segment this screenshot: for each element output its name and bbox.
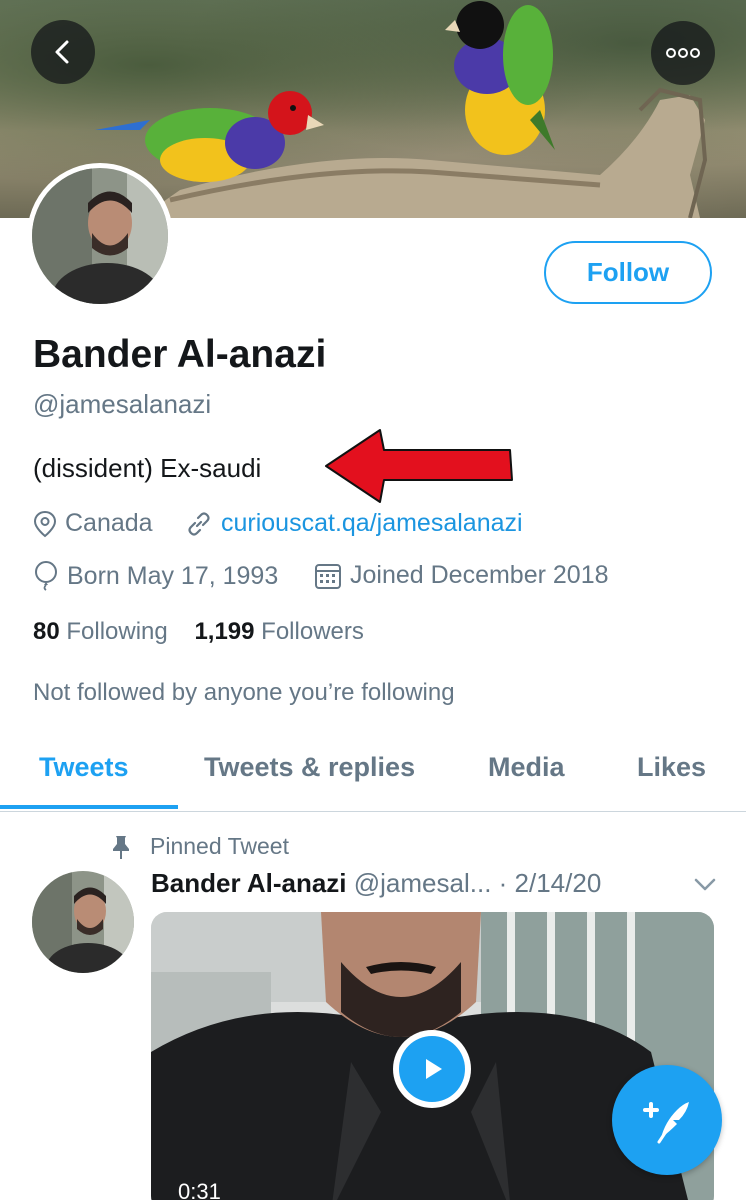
more-dots-icon [666, 48, 700, 58]
active-tab-indicator [0, 805, 178, 809]
tweet-avatar-photo [32, 871, 134, 973]
profile-tabs: Tweets Tweets & replies Media Likes [0, 736, 746, 812]
chevron-down-icon[interactable] [693, 876, 717, 894]
follow-button[interactable]: Follow [544, 241, 712, 304]
tweet-header: Bander Al-anazi @jamesal... · 2/14/20 [151, 868, 601, 899]
balloon-icon [33, 561, 59, 591]
birthday-item: Born May 17, 1993 [33, 561, 278, 591]
birthday-text: Born May 17, 1993 [67, 561, 279, 590]
profile-name: Bander Al-anazi [33, 333, 327, 376]
profile-bio: (dissident) Ex-saudi [33, 453, 262, 483]
calendar-icon [314, 562, 342, 590]
more-options-button[interactable] [651, 21, 715, 85]
compose-tweet-button[interactable] [612, 1065, 722, 1175]
profile-avatar[interactable] [27, 163, 173, 309]
location-text: Canada [65, 509, 153, 537]
tweet-date: · 2/14/20 [498, 868, 602, 898]
following-count: 80 [33, 618, 60, 645]
tab-media[interactable]: Media [488, 752, 565, 783]
website-item[interactable]: curiouscat.qa/jamesalanazi [185, 509, 523, 538]
chevron-left-icon [55, 40, 69, 64]
location-pin-icon [33, 510, 57, 538]
pinned-tweet-label: Pinned Tweet [150, 833, 289, 859]
compose-tweet-icon [643, 1102, 689, 1144]
tab-likes[interactable]: Likes [637, 752, 706, 783]
pin-icon [110, 834, 132, 860]
avatar-photo [32, 168, 168, 304]
tweet-author-handle[interactable]: @jamesal... [354, 868, 492, 898]
followers-label: Followers [261, 618, 364, 645]
following-label: Following [66, 618, 168, 645]
play-icon [399, 1036, 465, 1102]
back-button[interactable] [31, 20, 95, 84]
link-icon [185, 510, 213, 538]
joined-text: Joined December 2018 [350, 561, 609, 589]
followers-count: 1,199 [194, 618, 255, 645]
tab-tweets[interactable]: Tweets [39, 752, 129, 783]
tab-tweets-and-replies[interactable]: Tweets & replies [204, 752, 415, 783]
tweet-author-name[interactable]: Bander Al-anazi [151, 868, 347, 898]
annotation-red-arrow-icon [325, 429, 513, 503]
website-link[interactable]: curiouscat.qa/jamesalanazi [221, 509, 523, 538]
tweet-author-avatar[interactable] [32, 871, 134, 973]
video-play-button[interactable] [393, 1030, 471, 1108]
location-item: Canada [33, 509, 153, 538]
follow-stats: 80 Following 1,199 Followers [33, 618, 364, 646]
pinned-label-row: Pinned Tweet [110, 833, 289, 860]
followers-stat[interactable]: 1,199 Followers [194, 618, 363, 645]
profile-handle: @jamesalanazi [33, 389, 212, 419]
joined-item: Joined December 2018 [314, 561, 609, 590]
following-stat[interactable]: 80 Following [33, 618, 168, 645]
video-duration: 0:31 [178, 1179, 221, 1200]
not-followed-notice: Not followed by anyone you’re following [33, 679, 455, 706]
